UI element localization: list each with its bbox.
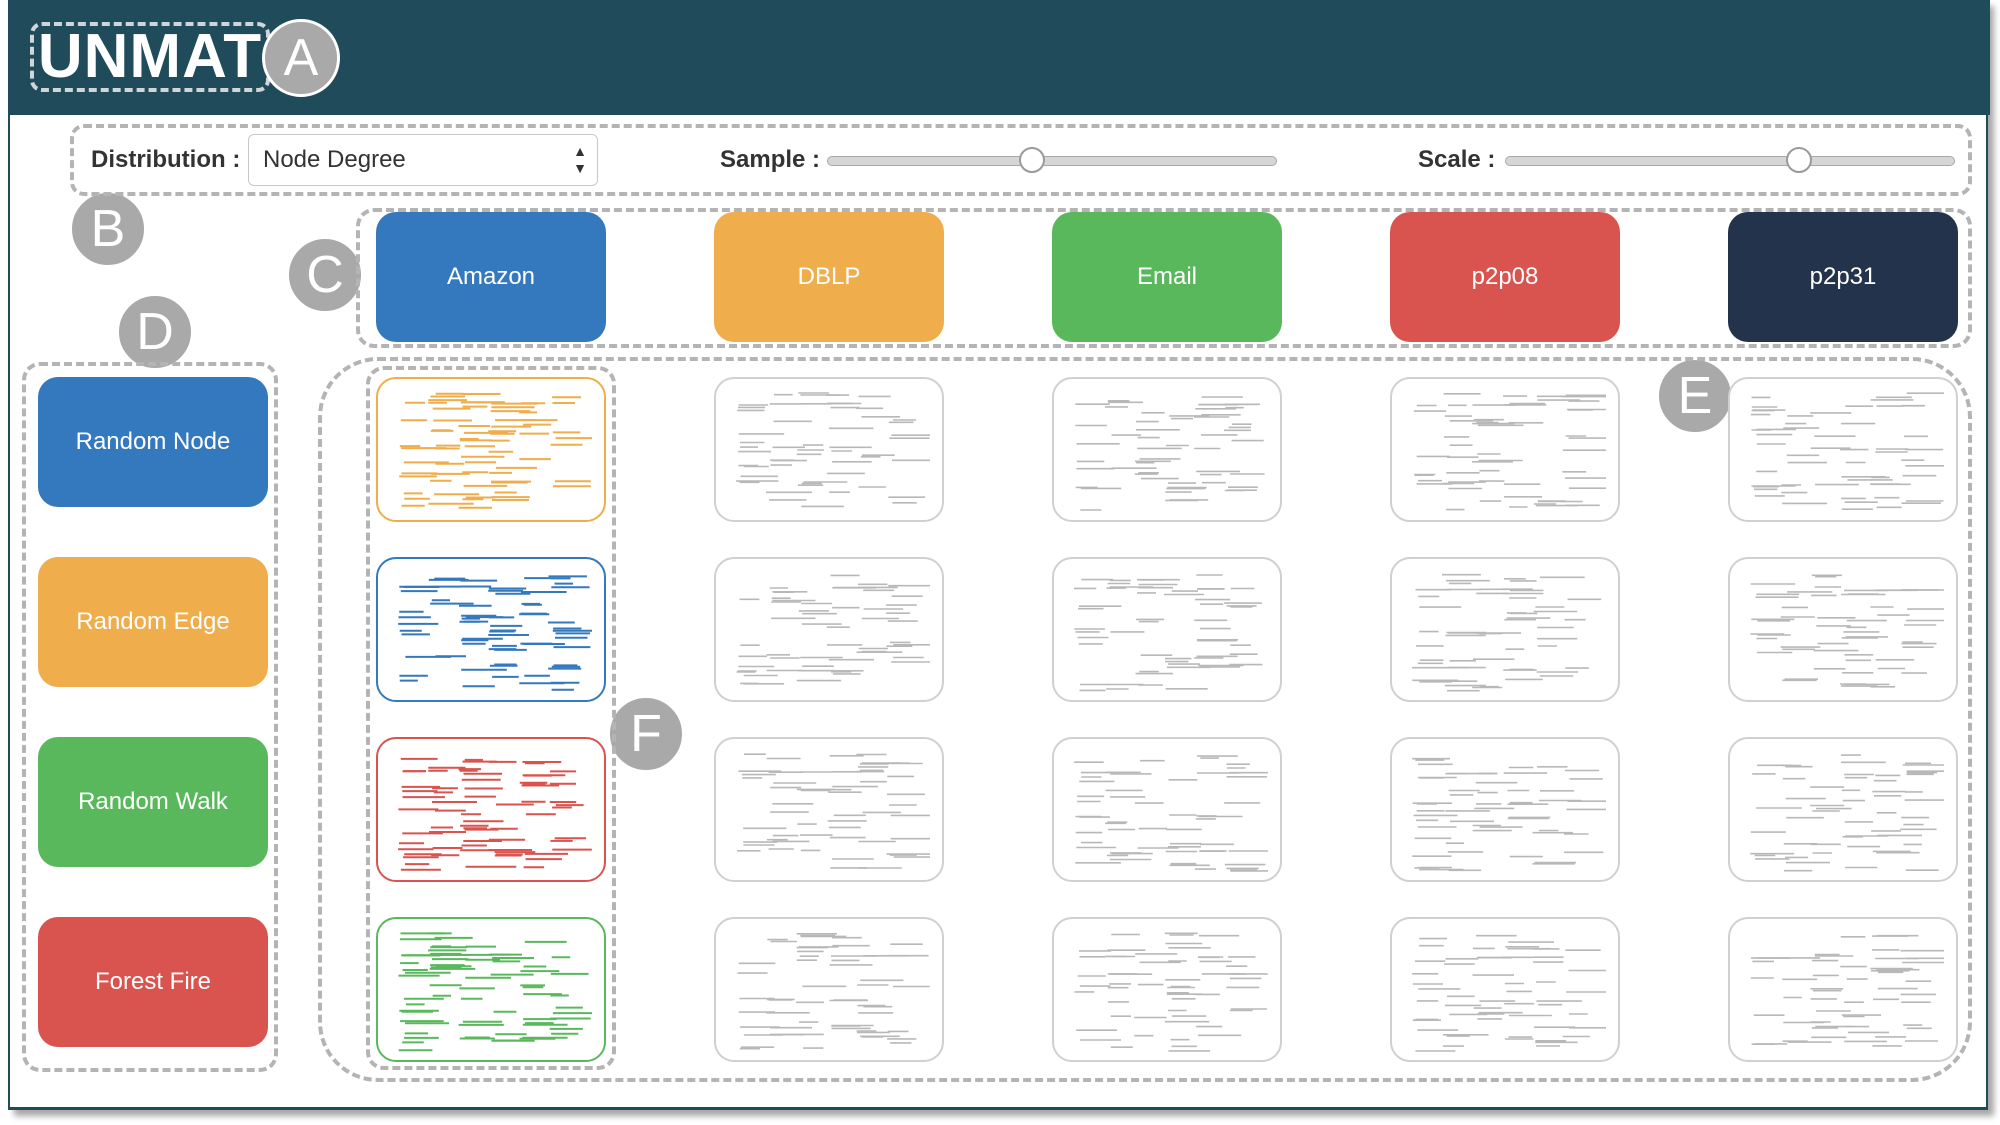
matrix-pattern <box>1412 757 1606 872</box>
annotation-badge-c: C <box>286 236 364 314</box>
matrix-thumbnail[interactable] <box>1052 737 1282 882</box>
annotation-badge-b: B <box>69 190 147 268</box>
matrix-pattern <box>1750 934 1944 1047</box>
matrix-thumbnail[interactable] <box>714 557 944 702</box>
matrix-pattern <box>1412 573 1602 692</box>
sample-slider[interactable] <box>827 147 1277 173</box>
matrix-pattern <box>1750 392 1944 510</box>
dataset-button-email[interactable]: Email <box>1052 212 1282 342</box>
matrix-thumbnail[interactable] <box>1390 377 1620 522</box>
matrix-pattern <box>398 575 592 691</box>
matrix-thumbnail[interactable] <box>1390 737 1620 882</box>
algorithm-button-random-walk[interactable]: Random Walk <box>38 737 268 867</box>
annotation-badge-a: A <box>262 19 340 97</box>
algorithm-button-random-edge[interactable]: Random Edge <box>38 557 268 687</box>
dataset-button-p2p31[interactable]: p2p31 <box>1728 212 1958 342</box>
matrix-pattern <box>1750 574 1944 688</box>
algorithm-button-random-node[interactable]: Random Node <box>38 377 268 507</box>
matrix-pattern <box>398 932 592 1052</box>
matrix-pattern <box>737 933 930 1050</box>
scale-slider-handle[interactable] <box>1785 147 1812 173</box>
matrix-thumbnail[interactable] <box>1728 737 1958 882</box>
matrix-thumbnail[interactable] <box>1052 917 1282 1062</box>
matrix-thumbnail[interactable] <box>376 377 606 522</box>
sample-slider-handle[interactable] <box>1018 147 1045 173</box>
matrix-thumbnail[interactable] <box>714 737 944 882</box>
dataset-button-p2p08[interactable]: p2p08 <box>1390 212 1620 342</box>
matrix-thumbnail[interactable] <box>714 377 944 522</box>
matrix-pattern <box>1750 754 1944 872</box>
distribution-label: Distribution : <box>91 146 241 173</box>
matrix-thumbnail[interactable] <box>714 917 944 1062</box>
dataset-button-amazon[interactable]: Amazon <box>376 212 606 342</box>
matrix-thumbnail[interactable] <box>1728 557 1958 702</box>
matrix-thumbnail[interactable] <box>1052 377 1282 522</box>
matrix-thumbnail[interactable] <box>1728 377 1958 522</box>
matrix-thumbnail[interactable] <box>1728 917 1958 1062</box>
select-arrows-icon: ▲ ▼ <box>573 143 587 176</box>
matrix-pattern <box>1413 393 1606 511</box>
scale-slider[interactable] <box>1505 147 1955 173</box>
matrix-pattern <box>1074 574 1263 692</box>
scale-label: Scale : <box>1418 146 1496 173</box>
matrix-thumbnail[interactable] <box>376 557 606 702</box>
matrix-thumbnail[interactable] <box>376 737 606 882</box>
matrix-thumbnail[interactable] <box>1052 557 1282 702</box>
matrix-pattern <box>1075 396 1265 511</box>
matrix-pattern <box>399 392 592 509</box>
sample-label: Sample : <box>720 146 821 173</box>
matrix-thumbnail[interactable] <box>1390 917 1620 1062</box>
distribution-value: Node Degree <box>263 146 406 173</box>
matrix-thumbnail[interactable] <box>1390 557 1620 702</box>
app-title: UNMAT <box>30 22 270 92</box>
matrix-pattern <box>737 753 930 869</box>
algorithm-button-forest-fire[interactable]: Forest Fire <box>38 917 268 1047</box>
annotation-badge-d: D <box>116 293 194 371</box>
matrix-pattern <box>398 757 592 871</box>
matrix-pattern <box>1074 755 1268 872</box>
matrix-pattern <box>736 574 930 685</box>
distribution-select[interactable]: Node Degree ▲ ▼ <box>248 134 598 186</box>
matrix-pattern <box>1412 934 1606 1052</box>
matrix-pattern <box>1074 932 1268 1052</box>
dataset-button-dblp[interactable]: DBLP <box>714 212 944 342</box>
matrix-thumbnail[interactable] <box>376 917 606 1062</box>
matrix-pattern <box>736 392 930 508</box>
